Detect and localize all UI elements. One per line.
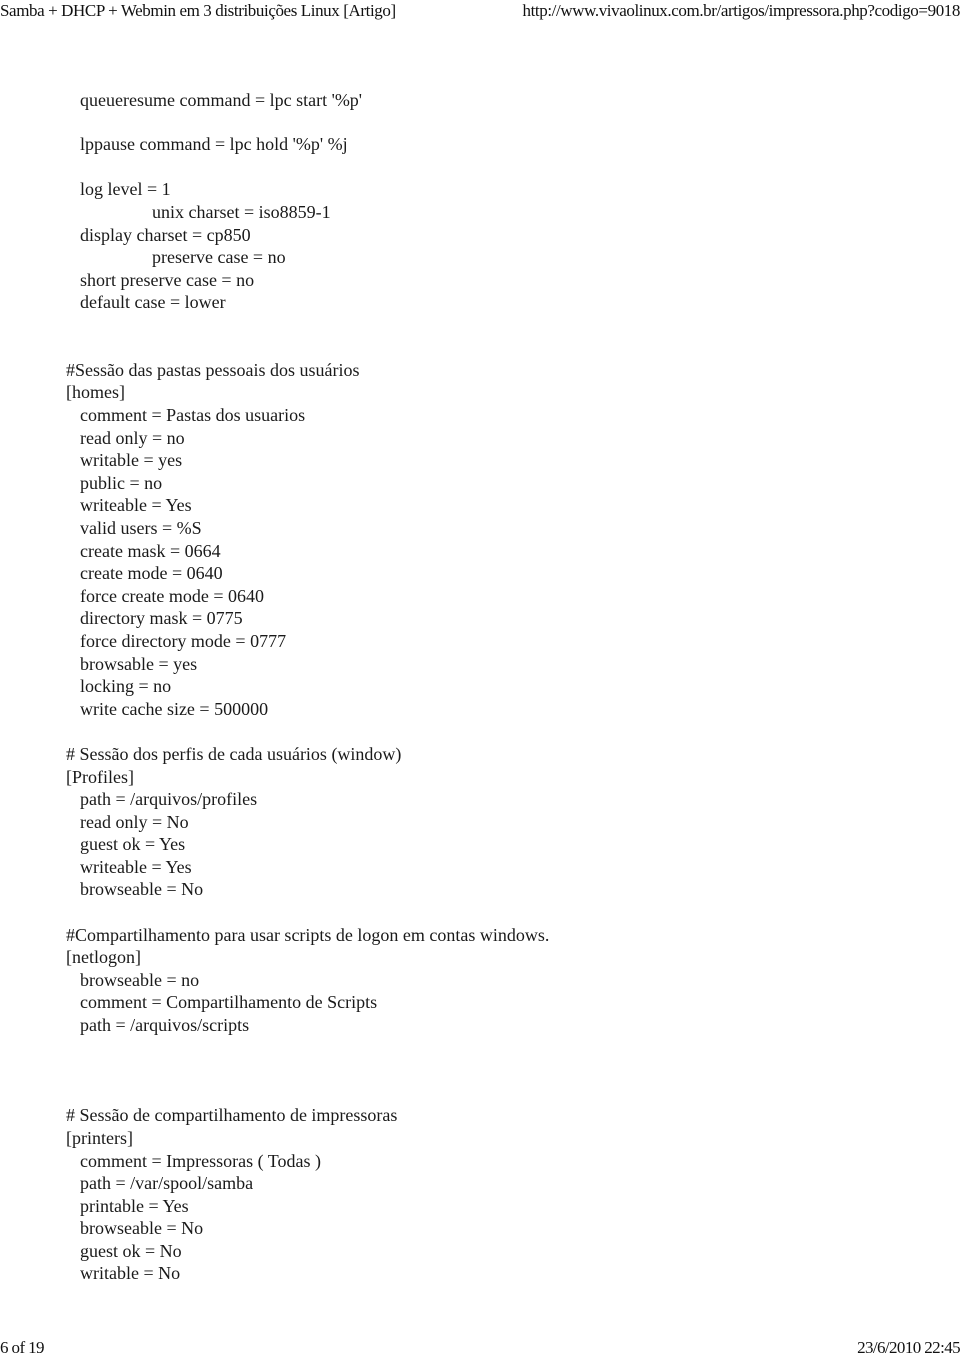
config-line-profiles-path: path = /arquivos/profiles [80,788,257,810]
config-line-preserve-case: preserve case = no [152,246,286,268]
page-number: 6 of 19 [0,1338,44,1358]
config-line-homes-create-mask: create mask = 0664 [80,540,221,562]
config-line-display-charset: display charset = cp850 [80,224,251,246]
config-line-homes-force-create-mode: force create mode = 0640 [80,585,264,607]
print-datetime: 23/6/2010 22:45 [857,1338,960,1358]
config-line-printers-writable: writable = No [80,1262,180,1284]
section-header-homes: [homes] [66,381,125,403]
config-line-lppause: lppause command = lpc hold '%p' %j [80,133,348,155]
config-line-printers-printable: printable = Yes [80,1195,189,1217]
config-line-homes-read-only: read only = no [80,427,185,449]
config-line-netlogon-path: path = /arquivos/scripts [80,1014,249,1036]
comment-profiles-section: # Sessão dos perfis de cada usuários (wi… [66,743,401,765]
config-line-profiles-browseable: browseable = No [80,878,203,900]
section-header-printers: [printers] [66,1127,133,1149]
section-header-profiles: [Profiles] [66,766,134,788]
config-line-homes-browsable: browsable = yes [80,653,197,675]
config-line-homes-comment: comment = Pastas dos usuarios [80,404,305,426]
config-line-profiles-writeable: writeable = Yes [80,856,192,878]
config-line-unix-charset: unix charset = iso8859-1 [152,201,331,223]
config-line-homes-write-cache-size: write cache size = 500000 [80,698,268,720]
comment-printers-section: # Sessão de compartilhamento de impresso… [66,1104,397,1126]
page-url-header: http://www.vivaolinux.com.br/artigos/imp… [523,0,960,22]
config-line-printers-browseable: browseable = No [80,1217,203,1239]
comment-netlogon-section: #Compartilhamento para usar scripts de l… [66,924,549,946]
config-line-homes-directory-mask: directory mask = 0775 [80,607,243,629]
config-line-homes-force-directory-mode: force directory mode = 0777 [80,630,286,652]
config-line-homes-create-mode: create mode = 0640 [80,562,223,584]
config-line-queueresume: queueresume command = lpc start '%p' [80,89,362,111]
config-line-homes-valid-users: valid users = %S [80,517,202,539]
comment-homes-section: #Sessão das pastas pessoais dos usuários [66,359,359,381]
config-line-printers-guest-ok: guest ok = No [80,1240,182,1262]
config-line-homes-public: public = no [80,472,162,494]
page-title-header: Samba + DHCP + Webmin em 3 distribuições… [0,0,396,22]
config-line-homes-writable: writable = yes [80,449,182,471]
config-line-homes-writeable: writeable = Yes [80,494,192,516]
config-line-netlogon-comment: comment = Compartilhamento de Scripts [80,991,377,1013]
config-line-printers-comment: comment = Impressoras ( Todas ) [80,1150,321,1172]
config-line-default-case: default case = lower [80,291,226,313]
config-line-netlogon-browseable: browseable = no [80,969,199,991]
section-header-netlogon: [netlogon] [66,946,141,968]
config-line-profiles-read-only: read only = No [80,811,189,833]
config-line-homes-locking: locking = no [80,675,171,697]
config-line-printers-path: path = /var/spool/samba [80,1172,253,1194]
config-line-short-preserve-case: short preserve case = no [80,269,254,291]
config-line-log-level: log level = 1 [80,178,171,200]
config-line-profiles-guest-ok: guest ok = Yes [80,833,185,855]
